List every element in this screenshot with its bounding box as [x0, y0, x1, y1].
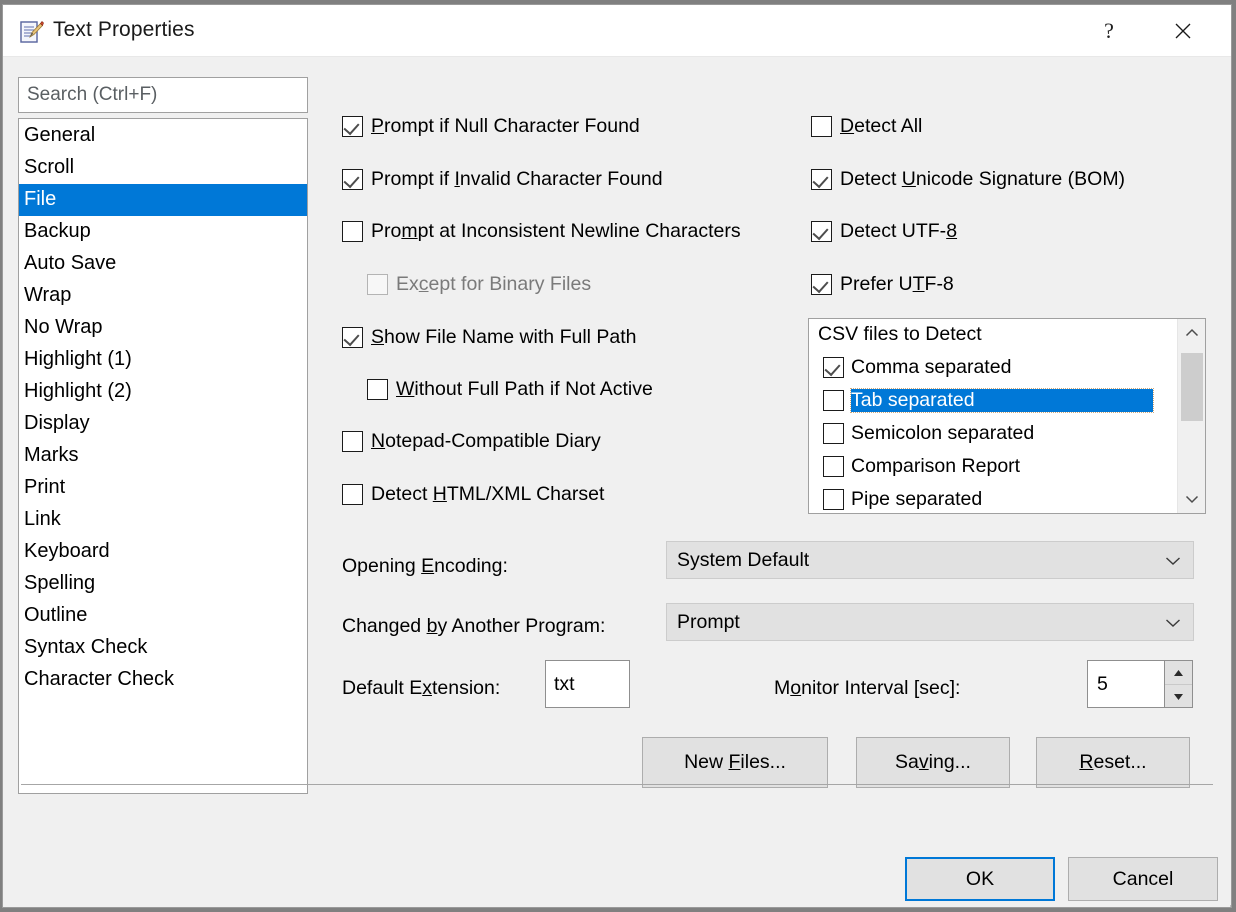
csv-files-to-detect-listbox[interactable]: CSV files to Detect Comma separated Tab …	[808, 318, 1206, 514]
ok-button-label: OK	[965, 867, 995, 890]
chevron-down-icon	[1165, 611, 1181, 634]
checkbox-label: Prompt if Invalid Character Found	[371, 168, 663, 190]
checkbox-label: Detect Unicode Signature (BOM)	[840, 168, 1126, 190]
checkbox-prompt-if-null-character-found[interactable]: Prompt if Null Character Found	[342, 115, 640, 138]
opening-encoding-combo[interactable]: System Default	[666, 541, 1194, 579]
checkbox-box-icon	[823, 489, 844, 510]
checkbox-box-icon	[342, 221, 363, 242]
default-extension-label: Default Extension:	[342, 677, 501, 699]
csv-row-comma-separated[interactable]: Comma separated	[809, 351, 1177, 384]
checkbox-box-icon	[811, 116, 832, 137]
question-mark-icon: ?	[1104, 17, 1114, 43]
checkbox-label: Prompt at Inconsistent Newline Character…	[371, 220, 741, 242]
checkbox-prompt-if-invalid-character-found[interactable]: Prompt if Invalid Character Found	[342, 168, 663, 191]
spin-up-icon[interactable]	[1165, 661, 1192, 685]
checkbox-notepad-compatible-diary[interactable]: Notepad-Compatible Diary	[342, 430, 601, 453]
csv-row-label: Comparison Report	[851, 455, 1021, 477]
checkbox-box-icon	[342, 484, 363, 505]
checkbox-label: Detect UTF-8	[840, 220, 958, 242]
notepad-pencil-icon	[18, 19, 44, 45]
changed-by-another-program-value: Prompt	[677, 610, 740, 633]
default-extension-input[interactable]	[545, 660, 630, 708]
checkbox-box-icon	[367, 274, 388, 295]
spin-down-icon[interactable]	[1165, 685, 1192, 708]
settings-panel: Prompt if Null Character Found Prompt if…	[3, 57, 1231, 907]
csv-row-comparison-report[interactable]: Comparison Report	[809, 450, 1177, 483]
close-button[interactable]	[1155, 5, 1211, 56]
saving-button-label: Saving...	[895, 751, 971, 773]
checkbox-label: Detect All	[840, 115, 923, 137]
scroll-up-icon[interactable]	[1178, 319, 1205, 347]
checkbox-box-checked-icon	[342, 116, 363, 137]
csv-row-tab-separated[interactable]: Tab separated	[809, 384, 1177, 417]
checkbox-label: Detect HTML/XML Charset	[371, 483, 605, 505]
scrollbar-thumb[interactable]	[1181, 353, 1203, 421]
checkbox-detect-utf-8[interactable]: Detect UTF-8	[811, 220, 957, 243]
cancel-button-label: Cancel	[1112, 867, 1174, 890]
footer-divider	[21, 784, 1213, 785]
saving-button[interactable]: Saving...	[856, 737, 1010, 788]
monitor-interval-label: Monitor Interval [sec]:	[774, 677, 961, 699]
checkbox-box-icon	[367, 379, 388, 400]
csv-row-label: Semicolon separated	[851, 422, 1035, 444]
checkbox-box-checked-icon	[811, 169, 832, 190]
chevron-down-icon	[1165, 549, 1181, 572]
checkbox-box-icon	[823, 423, 844, 444]
reset-button-label: Reset...	[1079, 751, 1147, 773]
csv-list-inner: CSV files to Detect Comma separated Tab …	[809, 319, 1177, 513]
text-properties-dialog: Text Properties ? General Scroll File Ba…	[2, 4, 1232, 908]
cancel-button[interactable]: Cancel	[1068, 857, 1218, 901]
checkbox-except-for-binary-files[interactable]: Except for Binary Files	[367, 273, 591, 296]
page-title: Text Properties	[53, 18, 195, 41]
checkbox-box-icon	[823, 456, 844, 477]
help-button[interactable]: ?	[1081, 5, 1137, 56]
checkbox-box-checked-icon	[811, 221, 832, 242]
checkbox-show-file-name-with-full-path[interactable]: Show File Name with Full Path	[342, 326, 637, 349]
close-icon	[1173, 21, 1193, 41]
csv-row-pipe-separated[interactable]: Pipe separated	[809, 483, 1177, 513]
new-files-button-label: New Files...	[684, 751, 786, 773]
monitor-interval-input[interactable]	[1087, 660, 1165, 708]
csv-row-semicolon-separated[interactable]: Semicolon separated	[809, 417, 1177, 450]
checkbox-label: Prefer UTF-8	[840, 273, 954, 295]
checkbox-box-icon	[823, 390, 844, 411]
checkbox-box-checked-icon	[823, 357, 844, 378]
checkbox-box-checked-icon	[342, 327, 363, 348]
checkbox-detect-html-xml-charset[interactable]: Detect HTML/XML Charset	[342, 483, 604, 506]
monitor-interval-spin-buttons[interactable]	[1165, 660, 1193, 708]
checkbox-label: Prompt if Null Character Found	[371, 115, 640, 137]
changed-by-another-program-label: Changed by Another Program:	[342, 615, 606, 637]
checkbox-box-checked-icon	[811, 274, 832, 295]
reset-button[interactable]: Reset...	[1036, 737, 1190, 788]
csv-row-label: Pipe separated	[851, 488, 983, 510]
checkbox-box-checked-icon	[342, 169, 363, 190]
new-files-button[interactable]: New Files...	[642, 737, 828, 788]
scroll-down-icon[interactable]	[1178, 485, 1205, 513]
ok-button[interactable]: OK	[905, 857, 1055, 901]
csv-list-scrollbar[interactable]	[1177, 319, 1205, 513]
checkbox-label: Show File Name with Full Path	[371, 326, 637, 348]
checkbox-detect-unicode-signature-bom[interactable]: Detect Unicode Signature (BOM)	[811, 168, 1125, 191]
changed-by-another-program-combo[interactable]: Prompt	[666, 603, 1194, 641]
checkbox-box-icon	[342, 431, 363, 452]
title-bar: Text Properties ?	[3, 5, 1231, 57]
csv-row-label: Comma separated	[851, 356, 1012, 378]
checkbox-label: Except for Binary Files	[396, 273, 592, 295]
checkbox-prompt-at-inconsistent-newline-characters[interactable]: Prompt at Inconsistent Newline Character…	[342, 220, 741, 243]
checkbox-label: Notepad-Compatible Diary	[371, 430, 601, 452]
opening-encoding-value: System Default	[677, 548, 810, 571]
checkbox-detect-all[interactable]: Detect All	[811, 115, 922, 138]
csv-row-label: Tab separated	[850, 388, 1154, 413]
checkbox-without-full-path-if-not-active[interactable]: Without Full Path if Not Active	[367, 378, 653, 401]
checkbox-prefer-utf-8[interactable]: Prefer UTF-8	[811, 273, 954, 296]
opening-encoding-label: Opening Encoding:	[342, 555, 508, 577]
csv-list-header: CSV files to Detect	[818, 323, 982, 345]
checkbox-label: Without Full Path if Not Active	[396, 378, 653, 400]
